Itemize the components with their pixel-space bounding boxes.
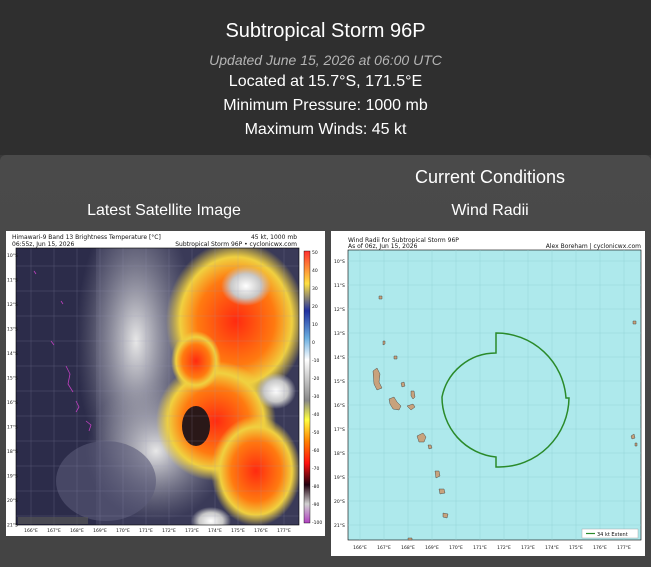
wind-lat-tick: 20°S — [334, 499, 345, 505]
satellite-lat-tick: 19°S — [7, 474, 18, 480]
wind-lat-tick: 21°S — [334, 523, 345, 529]
colorbar-tick: -40 — [312, 412, 319, 418]
wind-lat-tick: 17°S — [334, 427, 345, 433]
wind-lat-tick: 10°S — [334, 259, 345, 265]
satellite-lon-tick: 172°E — [162, 528, 176, 534]
wind-lat-tick: 13°S — [334, 331, 345, 337]
satellite-lon-tick: 169°E — [93, 528, 107, 534]
wind-lon-tick: 175°E — [569, 545, 583, 551]
satellite-lon-tick: 166°E — [24, 528, 38, 534]
wind-lon-tick: 171°E — [473, 545, 487, 551]
updated-timestamp: Updated June 15, 2026 at 06:00 UTC — [209, 52, 442, 68]
satellite-lon-tick: 177°E — [277, 528, 291, 534]
wind-lon-tick: 176°E — [593, 545, 607, 551]
colorbar-tick: -30 — [312, 394, 319, 400]
satellite-lat-tick: 13°S — [7, 327, 18, 333]
colorbar-tick: 20 — [312, 304, 318, 310]
wind-lon-tick: 166°E — [353, 545, 367, 551]
wind-lat-tick: 16°S — [334, 403, 345, 409]
satellite-lon-tick: 175°E — [231, 528, 245, 534]
storm-location: Located at 15.7°S, 171.5°E — [228, 73, 423, 90]
wind-lon-tick: 169°E — [425, 545, 439, 551]
satellite-lat-tick: 18°S — [7, 449, 18, 455]
storm-header: Subtropical Storm 96P Updated June 15, 2… — [0, 0, 651, 155]
satellite-lon-tick: 171°E — [139, 528, 153, 534]
satellite-lat-tick: 14°S — [7, 351, 18, 357]
wind-lon-tick: 172°E — [497, 545, 511, 551]
satellite-lon-tick: 176°E — [254, 528, 268, 534]
colorbar-tick: -80 — [312, 484, 319, 490]
satellite-lon-tick: 167°E — [47, 528, 61, 534]
wind-lat-tick: 18°S — [334, 451, 345, 457]
wind-radii-map[interactable]: Wind Radii for Subtropical Storm 96P As … — [331, 231, 645, 556]
colorbar-tick: -20 — [312, 376, 319, 382]
colorbar-tick: -50 — [312, 430, 319, 436]
satellite-lat-tick: 12°S — [7, 302, 18, 308]
current-conditions-title: Current Conditions — [414, 167, 566, 187]
colorbar-tick: 30 — [312, 286, 318, 292]
wind-lon-tick: 168°E — [401, 545, 415, 551]
colorbar-tick: -60 — [312, 448, 319, 454]
colorbar-tick: 10 — [312, 322, 318, 328]
legend-34kt: 34 kt Extent — [597, 532, 628, 538]
satellite-lat-tick: 16°S — [7, 400, 18, 406]
wind-lat-tick: 11°S — [334, 283, 345, 289]
satellite-lat-tick: 20°S — [7, 498, 18, 504]
storm-pressure: Minimum Pressure: 1000 mb — [223, 97, 428, 114]
colorbar-tick: -10 — [312, 358, 319, 364]
satellite-image[interactable]: Himawari-9 Band 13 Brightness Temperatur… — [6, 231, 325, 536]
wind-lat-tick: 15°S — [334, 379, 345, 385]
satellite-lat-tick: 10°S — [7, 253, 18, 259]
wind-lon-tick: 170°E — [449, 545, 463, 551]
satellite-lat-tick: 17°S — [7, 425, 18, 431]
storm-title: Subtropical Storm 96P — [225, 20, 426, 42]
colorbar-tick: 40 — [312, 268, 318, 274]
satellite-lat-tick: 21°S — [7, 523, 18, 529]
wind-radii-chart: 34 kt Extent 10°S 11°S 12°S 13°S 14°S 15°S 16°… — [334, 249, 642, 551]
colorbar-tick: -90 — [312, 502, 319, 508]
wind-lat-tick: 14°S — [334, 355, 345, 361]
satellite-lon-tick: 170°E — [116, 528, 130, 534]
satellite-lon-tick: 173°E — [185, 528, 199, 534]
wind-lon-tick: 177°E — [617, 545, 631, 551]
colorbar-tick: 0 — [312, 340, 315, 346]
storm-winds: Maximum Winds: 45 kt — [244, 121, 407, 138]
colorbar-tick: 50 — [312, 250, 318, 256]
satellite-map: 10°S 11°S 12°S 13°S 14°S 15°S 16°S 17°S 18°S 19°S… — [7, 247, 322, 534]
wind-lon-tick: 173°E — [521, 545, 535, 551]
satellite-heading: Latest Satellite Image — [87, 202, 241, 219]
wind-lat-tick: 19°S — [334, 475, 345, 481]
colorbar-tick: -100 — [312, 520, 322, 526]
satellite-lat-tick: 11°S — [7, 278, 18, 284]
satellite-lon-tick: 168°E — [70, 528, 84, 534]
wind-lon-tick: 174°E — [545, 545, 559, 551]
wind-radii-heading: Wind Radii — [451, 202, 529, 219]
wind-lat-tick: 12°S — [334, 307, 345, 313]
colorbar-tick: -70 — [312, 466, 319, 472]
wind-lon-tick: 167°E — [377, 545, 391, 551]
satellite-lon-tick: 174°E — [208, 528, 222, 534]
satellite-lat-tick: 15°S — [7, 376, 18, 382]
